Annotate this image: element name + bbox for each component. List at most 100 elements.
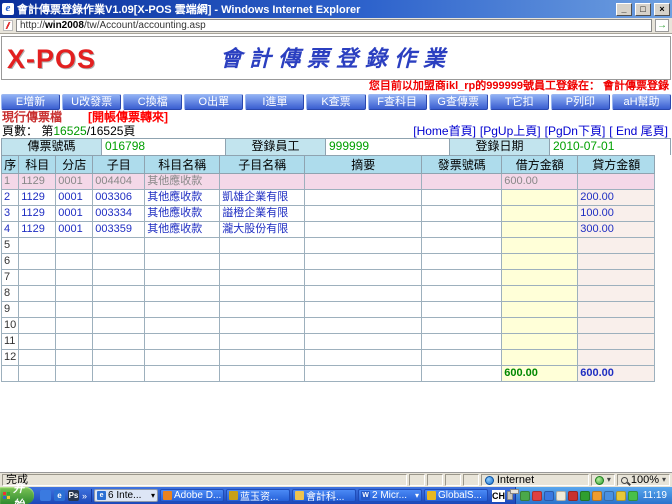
tray-icon[interactable]	[603, 490, 614, 501]
grid-cell[interactable]	[304, 221, 423, 238]
taskbar-task[interactable]: Adobe D...	[160, 489, 225, 502]
employee-field[interactable]: 999999	[326, 139, 450, 155]
toolbar-button-6[interactable]: K查票	[306, 94, 366, 110]
grid-cell[interactable]	[144, 237, 221, 254]
grid-cell[interactable]	[501, 349, 579, 366]
grid-cell[interactable]: 0001	[55, 173, 94, 190]
grid-cell[interactable]	[304, 349, 423, 366]
grid-cell[interactable]	[577, 253, 656, 270]
grid-cell[interactable]: 1129	[18, 221, 57, 238]
close-button[interactable]: ×	[654, 2, 670, 16]
grid-cell[interactable]	[421, 205, 503, 222]
minimize-button[interactable]: _	[616, 2, 632, 16]
grid-cell[interactable]	[501, 253, 579, 270]
grid-cell[interactable]: 1	[0, 173, 20, 190]
grid-cell[interactable]: 004404	[92, 173, 146, 190]
grid-cell[interactable]	[501, 301, 579, 318]
grid-cell[interactable]	[92, 349, 146, 366]
grid-cell[interactable]	[421, 349, 503, 366]
grid-cell[interactable]	[577, 301, 656, 318]
toolbar-button-2[interactable]: U改發票	[62, 94, 122, 110]
grid-cell[interactable]: 1129	[18, 189, 57, 206]
grid-cell[interactable]	[577, 285, 656, 302]
start-button[interactable]: 开始	[0, 483, 34, 504]
taskbar-task[interactable]: 會計科...	[292, 489, 357, 502]
grid-cell[interactable]	[18, 269, 57, 286]
grid-cell[interactable]: 11	[0, 333, 20, 350]
grid-cell[interactable]	[55, 333, 94, 350]
grid-cell[interactable]: 6	[0, 253, 20, 270]
grid-cell[interactable]	[18, 317, 57, 334]
grid-cell[interactable]: 其他應收款	[144, 189, 221, 206]
grid-cell[interactable]	[92, 301, 146, 318]
grid-cell[interactable]	[304, 173, 423, 190]
tray-icon[interactable]	[531, 490, 542, 501]
grid-cell[interactable]	[304, 189, 423, 206]
grid-cell[interactable]	[304, 269, 423, 286]
grid-cell[interactable]	[219, 269, 306, 286]
grid-cell[interactable]: 300.00	[577, 221, 656, 238]
grid-cell[interactable]	[92, 253, 146, 270]
grid-cell[interactable]	[18, 237, 57, 254]
quick-launch-overflow-icon[interactable]: »	[82, 491, 87, 501]
grid-cell[interactable]	[421, 317, 503, 334]
grid-cell[interactable]	[144, 301, 221, 318]
grid-cell[interactable]: 100.00	[577, 205, 656, 222]
grid-cell[interactable]: 謚橙企業有限	[219, 205, 306, 222]
grid-cell[interactable]	[92, 317, 146, 334]
grid-cell[interactable]: 0001	[55, 205, 94, 222]
grid-cell[interactable]	[144, 317, 221, 334]
page-nav-link[interactable]: [Home首頁]	[413, 124, 476, 138]
grid-cell[interactable]: 3	[0, 205, 20, 222]
language-indicator[interactable]: CH	[492, 489, 506, 502]
toolbar-button-8[interactable]: G查傳票	[428, 94, 488, 110]
grid-cell[interactable]	[501, 205, 579, 222]
ie-icon[interactable]: e	[54, 490, 65, 501]
grid-cell[interactable]: 其他應收款	[144, 205, 221, 222]
grid-cell[interactable]	[92, 269, 146, 286]
zoom-dropdown[interactable]: 100%	[616, 474, 670, 486]
grid-cell[interactable]	[304, 205, 423, 222]
grid-cell[interactable]	[421, 285, 503, 302]
tray-icon[interactable]	[579, 490, 590, 501]
grid-cell[interactable]	[144, 349, 221, 366]
taskbar-task[interactable]: 蓝玉资...	[226, 489, 291, 502]
grid-cell[interactable]	[55, 269, 94, 286]
grid-cell[interactable]	[304, 333, 423, 350]
grid-cell[interactable]: 5	[0, 237, 20, 254]
grid-cell[interactable]: 12	[0, 349, 20, 366]
grid-cell[interactable]	[18, 333, 57, 350]
grid-cell[interactable]: 0001	[55, 221, 94, 238]
taskbar-task[interactable]: GlobalS...	[424, 489, 489, 502]
tray-icon[interactable]	[555, 490, 566, 501]
grid-cell[interactable]: 其他應收款	[144, 173, 221, 190]
grid-cell[interactable]	[219, 285, 306, 302]
page-nav-link[interactable]: [PgUp上頁]	[480, 124, 541, 138]
toolbar-button-7[interactable]: F查科目	[367, 94, 427, 110]
grid-cell[interactable]: 8	[0, 285, 20, 302]
grid-cell[interactable]	[55, 253, 94, 270]
messenger-icon[interactable]	[40, 490, 51, 501]
tray-icon[interactable]	[591, 490, 602, 501]
grid-cell[interactable]	[501, 189, 579, 206]
grid-cell[interactable]	[219, 333, 306, 350]
taskbar-task[interactable]: W2 Micr...	[358, 489, 423, 502]
grid-cell[interactable]	[219, 253, 306, 270]
photoshop-icon[interactable]: Ps	[68, 490, 79, 501]
grid-cell[interactable]	[577, 173, 656, 190]
grid-cell[interactable]	[577, 237, 656, 254]
grid-cell[interactable]	[55, 349, 94, 366]
grid-cell[interactable]	[144, 253, 221, 270]
grid-cell[interactable]	[219, 349, 306, 366]
grid-cell[interactable]	[144, 333, 221, 350]
toolbar-button-10[interactable]: P列印	[550, 94, 610, 110]
grid-cell[interactable]	[55, 301, 94, 318]
grid-cell[interactable]: 瀧大股份有限	[219, 221, 306, 238]
grid-cell[interactable]	[219, 237, 306, 254]
grid-cell[interactable]	[421, 301, 503, 318]
grid-cell[interactable]	[501, 285, 579, 302]
grid-cell[interactable]: 7	[0, 269, 20, 286]
grid-cell[interactable]	[501, 317, 579, 334]
grid-cell[interactable]	[55, 285, 94, 302]
address-input[interactable]: http://win2008/tw/Account/accounting.asp	[16, 19, 652, 32]
